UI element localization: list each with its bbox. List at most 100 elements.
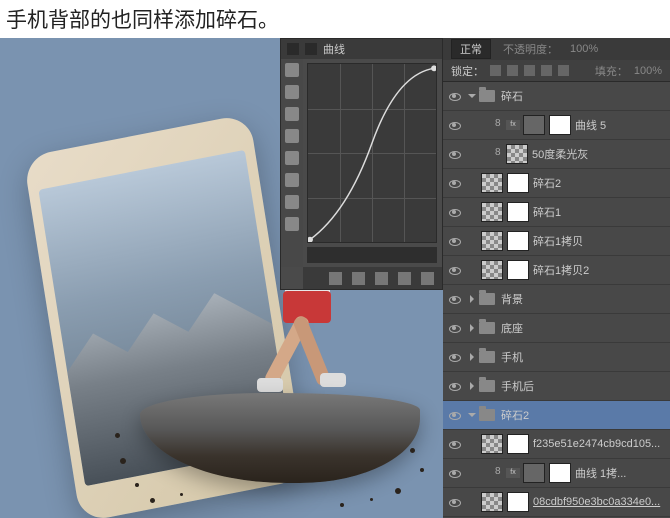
mask-thumbnail[interactable] <box>549 463 571 483</box>
visibility-toggle-icon[interactable] <box>447 263 461 277</box>
trash-icon[interactable] <box>421 272 434 285</box>
layer-name-label[interactable]: 碎石1拷贝2 <box>533 262 670 278</box>
layer-name-label[interactable]: 曲线 5 <box>575 117 670 133</box>
layer-row[interactable]: 手机后 <box>443 372 670 401</box>
layer-name-label[interactable]: 碎石1 <box>533 204 670 220</box>
hand-tool-icon[interactable] <box>285 63 299 77</box>
visibility-toggle-icon[interactable] <box>447 379 461 393</box>
layer-thumbnail[interactable] <box>523 463 545 483</box>
layer-row[interactable]: 背景 <box>443 285 670 314</box>
layer-row[interactable]: 碎石2 <box>443 169 670 198</box>
curves-graph[interactable] <box>307 63 437 243</box>
curves-tab-icon[interactable] <box>287 43 299 55</box>
mask-thumbnail[interactable] <box>507 202 529 222</box>
layer-name-label[interactable]: 手机 <box>501 349 670 365</box>
layer-row[interactable]: 碎石1拷贝2 <box>443 256 670 285</box>
layer-row[interactable]: fx 曲线 5 <box>443 111 670 140</box>
layer-row[interactable]: 碎石1 <box>443 198 670 227</box>
eye-icon[interactable] <box>352 272 365 285</box>
layer-thumbnail[interactable] <box>481 434 503 454</box>
lock-position-icon[interactable] <box>524 65 535 76</box>
fill-value[interactable]: 100% <box>634 65 662 77</box>
lock-artboard-icon[interactable] <box>541 65 552 76</box>
layer-row[interactable]: 50度柔光灰 <box>443 140 670 169</box>
disclosure-down-icon[interactable] <box>467 91 477 101</box>
layer-name-label[interactable]: 碎石2 <box>501 407 670 423</box>
visibility-toggle-icon[interactable] <box>447 292 461 306</box>
layer-thumbnail[interactable] <box>523 115 545 135</box>
eyedropper-black-icon[interactable] <box>285 217 299 231</box>
mask-thumbnail[interactable] <box>507 434 529 454</box>
visibility-toggle-icon[interactable] <box>447 321 461 335</box>
layers-list[interactable]: 碎石fx曲线 550度柔光灰碎石2碎石1碎石1拷贝碎石1拷贝2背景底座手机手机后… <box>443 82 670 518</box>
pencil-tool-icon[interactable] <box>285 129 299 143</box>
layer-name-label[interactable]: 50度柔光灰 <box>532 146 670 162</box>
layer-thumbnail[interactable] <box>481 260 503 280</box>
curves-panel[interactable]: 曲线 <box>280 38 443 290</box>
layer-row[interactable]: 碎石 <box>443 82 670 111</box>
layer-row[interactable]: 手机 <box>443 343 670 372</box>
eyedropper-white-icon[interactable] <box>285 173 299 187</box>
layer-thumbnail[interactable] <box>481 492 503 512</box>
eyedropper-gray-icon[interactable] <box>285 195 299 209</box>
visibility-toggle-icon[interactable] <box>447 205 461 219</box>
layer-row[interactable]: 碎石1拷贝 <box>443 227 670 256</box>
visibility-toggle-icon[interactable] <box>447 350 461 364</box>
layer-name-label[interactable]: f235e51e2474cb9cd105... <box>533 438 670 450</box>
layer-row[interactable]: 08cdbf950e3bc0a334e0... <box>443 488 670 517</box>
mask-thumbnail[interactable] <box>507 173 529 193</box>
visibility-toggle-icon[interactable] <box>447 466 461 480</box>
opacity-value[interactable]: 100% <box>570 43 598 55</box>
mask-thumbnail[interactable] <box>507 260 529 280</box>
visibility-toggle-icon[interactable] <box>447 147 461 161</box>
mask-thumbnail[interactable] <box>549 115 571 135</box>
previous-icon[interactable] <box>398 272 411 285</box>
layer-name-label[interactable]: 08cdbf950e3bc0a334e0... <box>533 496 670 508</box>
visibility-toggle-icon[interactable] <box>447 176 461 190</box>
layer-row[interactable]: 碎石2 <box>443 401 670 430</box>
layer-thumbnail[interactable] <box>506 144 528 164</box>
reset-icon[interactable] <box>375 272 388 285</box>
adjustment-icon[interactable]: fx <box>506 120 520 130</box>
disclosure-right-icon[interactable] <box>467 352 477 362</box>
layer-thumbnail[interactable] <box>481 231 503 251</box>
curve-line[interactable] <box>308 64 436 242</box>
visibility-toggle-icon[interactable] <box>447 89 461 103</box>
curve-tool-icon[interactable] <box>285 107 299 121</box>
layer-row[interactable]: fx 曲线 1拷... <box>443 459 670 488</box>
layer-name-label[interactable]: 碎石2 <box>533 175 670 191</box>
visibility-toggle-icon[interactable] <box>447 495 461 509</box>
layer-thumbnail[interactable] <box>481 173 503 193</box>
visibility-toggle-icon[interactable] <box>447 234 461 248</box>
curves-tab-icon[interactable] <box>305 43 317 55</box>
layer-row[interactable]: 底座 <box>443 314 670 343</box>
disclosure-right-icon[interactable] <box>467 381 477 391</box>
mask-thumbnail[interactable] <box>507 231 529 251</box>
visibility-toggle-icon[interactable] <box>447 118 461 132</box>
fill-label: 填充： <box>595 63 628 79</box>
layer-thumbnail[interactable] <box>481 202 503 222</box>
lock-all-icon[interactable] <box>558 65 569 76</box>
lock-image-icon[interactable] <box>507 65 518 76</box>
smooth-tool-icon[interactable] <box>285 151 299 165</box>
layer-name-label[interactable]: 手机后 <box>501 378 670 394</box>
disclosure-right-icon[interactable] <box>467 294 477 304</box>
visibility-toggle-icon[interactable] <box>447 437 461 451</box>
debris-particle <box>340 503 344 507</box>
adjustment-icon[interactable]: fx <box>506 468 520 478</box>
lock-transparent-icon[interactable] <box>490 65 501 76</box>
mask-thumbnail[interactable] <box>507 492 529 512</box>
visibility-toggle-icon[interactable] <box>447 408 461 422</box>
layer-name-label[interactable]: 背景 <box>501 291 670 307</box>
sample-tool-icon[interactable] <box>285 85 299 99</box>
layer-name-label[interactable]: 碎石 <box>501 88 670 104</box>
layer-name-label[interactable]: 曲线 1拷... <box>575 465 670 481</box>
layer-row[interactable]: f235e51e2474cb9cd105... <box>443 430 670 459</box>
layer-name-label[interactable]: 碎石1拷贝 <box>533 233 670 249</box>
clip-icon[interactable] <box>329 272 342 285</box>
disclosure-down-icon[interactable] <box>467 410 477 420</box>
disclosure-right-icon[interactable] <box>467 323 477 333</box>
blend-mode-select[interactable]: 正常 <box>451 39 491 59</box>
layer-name-label[interactable]: 底座 <box>501 320 670 336</box>
folder-icon <box>479 90 495 102</box>
